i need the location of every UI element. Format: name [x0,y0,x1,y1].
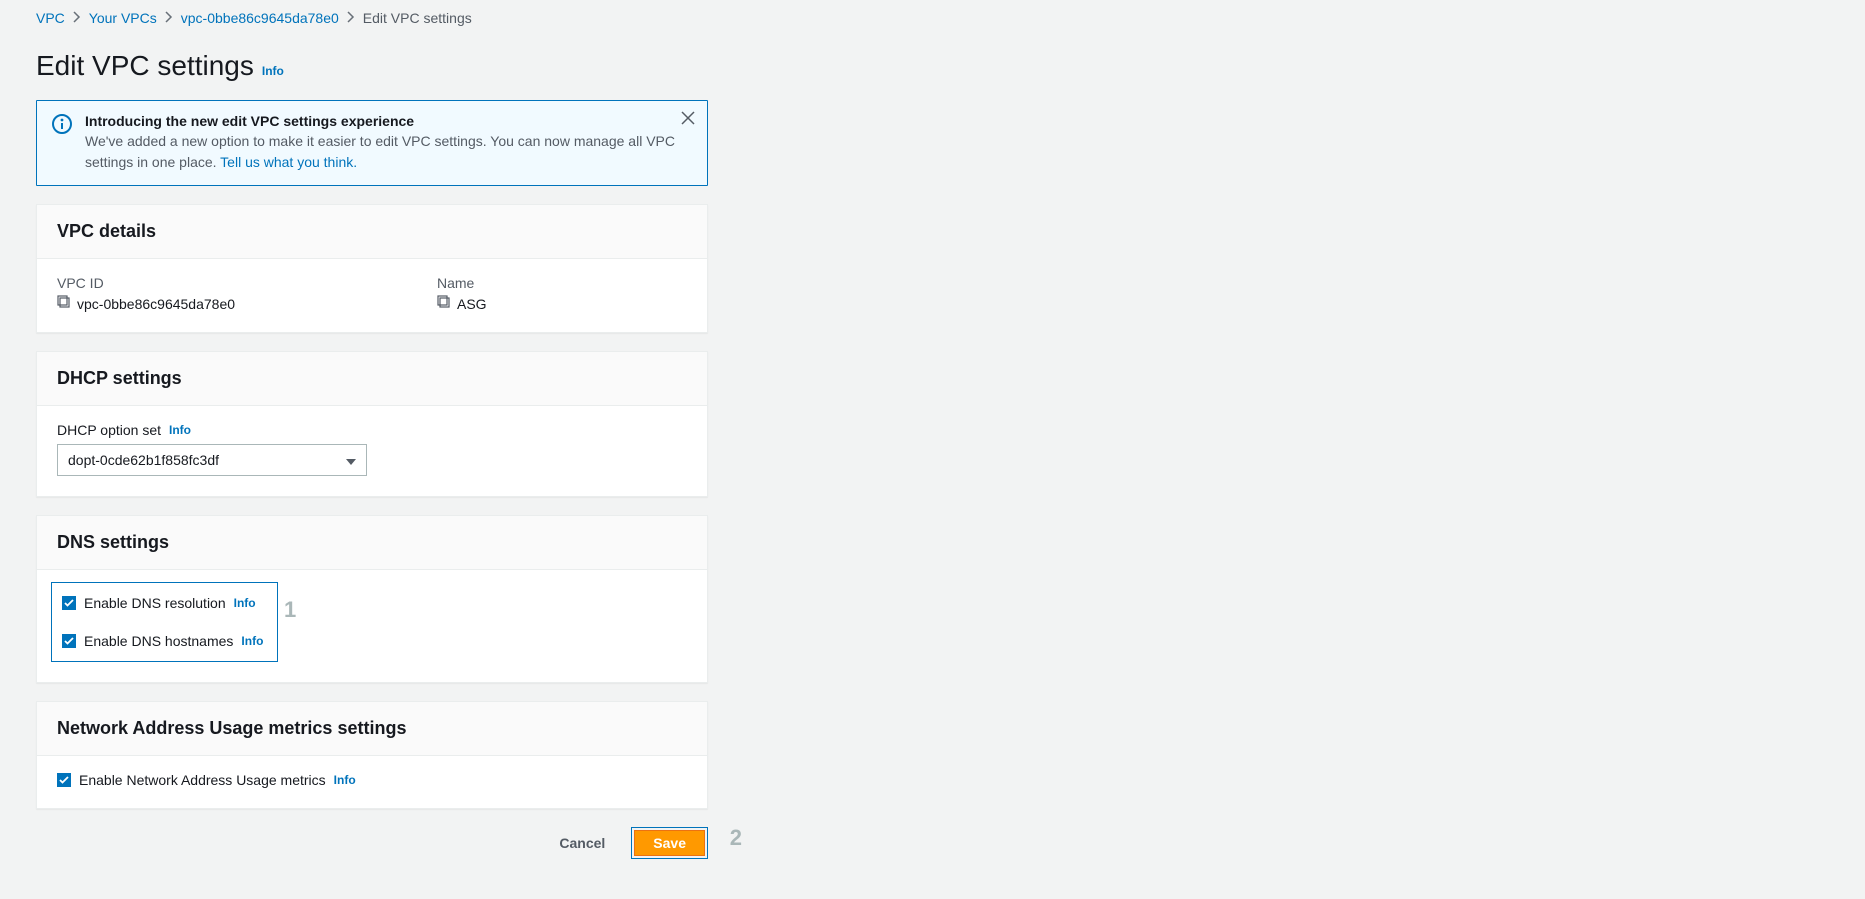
info-link-dns-hostnames[interactable]: Info [241,634,263,648]
copy-icon[interactable] [437,295,451,312]
label-dns-hostnames: Enable DNS hostnames [84,633,233,649]
breadcrumb-vpc-id[interactable]: vpc-0bbe86c9645da78e0 [181,10,339,26]
page-info-link[interactable]: Info [262,64,284,78]
panel-vpc-details: VPC details VPC ID vpc-0bbe86c9645da78e0… [36,204,708,333]
breadcrumb: VPC Your VPCs vpc-0bbe86c9645da78e0 Edit… [36,10,1829,26]
select-value: dopt-0cde62b1f858fc3df [68,452,219,468]
label-dns-resolution: Enable DNS resolution [84,595,226,611]
chevron-right-icon [73,10,81,26]
label-vpc-id: VPC ID [57,275,357,291]
panel-header-nau: Network Address Usage metrics settings [37,702,707,756]
panel-header-dns: DNS settings [37,516,707,570]
banner-text: We've added a new option to make it easi… [85,131,693,173]
save-button-highlight: Save [631,827,708,859]
copy-icon[interactable] [57,295,71,312]
annotation-1: 1 [284,597,296,623]
info-banner: Introducing the new edit VPC settings ex… [36,100,708,186]
close-icon[interactable] [681,111,695,128]
info-link-nau[interactable]: Info [334,773,356,787]
dns-highlight-box: Enable DNS resolution Info Enable DNS ho… [51,582,278,662]
annotation-2: 2 [730,825,742,851]
checkbox-nau-metrics[interactable] [57,773,71,787]
panel-dhcp-settings: DHCP settings DHCP option set Info dopt-… [36,351,708,497]
info-icon [51,113,73,138]
panel-nau-settings: Network Address Usage metrics settings E… [36,701,708,809]
caret-down-icon [346,452,356,468]
chevron-right-icon [165,10,173,26]
value-name: ASG [457,296,487,312]
breadcrumb-your-vpcs[interactable]: Your VPCs [89,10,157,26]
panel-header-vpc-details: VPC details [37,205,707,259]
save-button[interactable]: Save [634,830,705,856]
cancel-button[interactable]: Cancel [549,829,615,857]
checkbox-dns-hostnames[interactable] [62,634,76,648]
label-name: Name [437,275,487,291]
page-title: Edit VPC settings [36,50,254,82]
panel-dns-settings: DNS settings Enable DNS resolution Info … [36,515,708,683]
label-nau-metrics: Enable Network Address Usage metrics [79,772,326,788]
info-link-dhcp[interactable]: Info [169,423,191,437]
checkbox-dns-resolution[interactable] [62,596,76,610]
value-vpc-id: vpc-0bbe86c9645da78e0 [77,296,235,312]
label-dhcp-option-set: DHCP option set [57,422,161,438]
breadcrumb-current: Edit VPC settings [363,10,472,26]
actions-row: Cancel Save 2 [36,827,708,859]
chevron-right-icon [347,10,355,26]
info-link-dns-resolution[interactable]: Info [234,596,256,610]
banner-body: We've added a new option to make it easi… [85,133,675,170]
banner-feedback-link[interactable]: Tell us what you think. [220,154,357,170]
breadcrumb-vpc[interactable]: VPC [36,10,65,26]
banner-title: Introducing the new edit VPC settings ex… [85,113,693,129]
page-title-row: Edit VPC settings Info [36,50,1829,82]
panel-header-dhcp: DHCP settings [37,352,707,406]
select-dhcp-option-set[interactable]: dopt-0cde62b1f858fc3df [57,444,367,476]
